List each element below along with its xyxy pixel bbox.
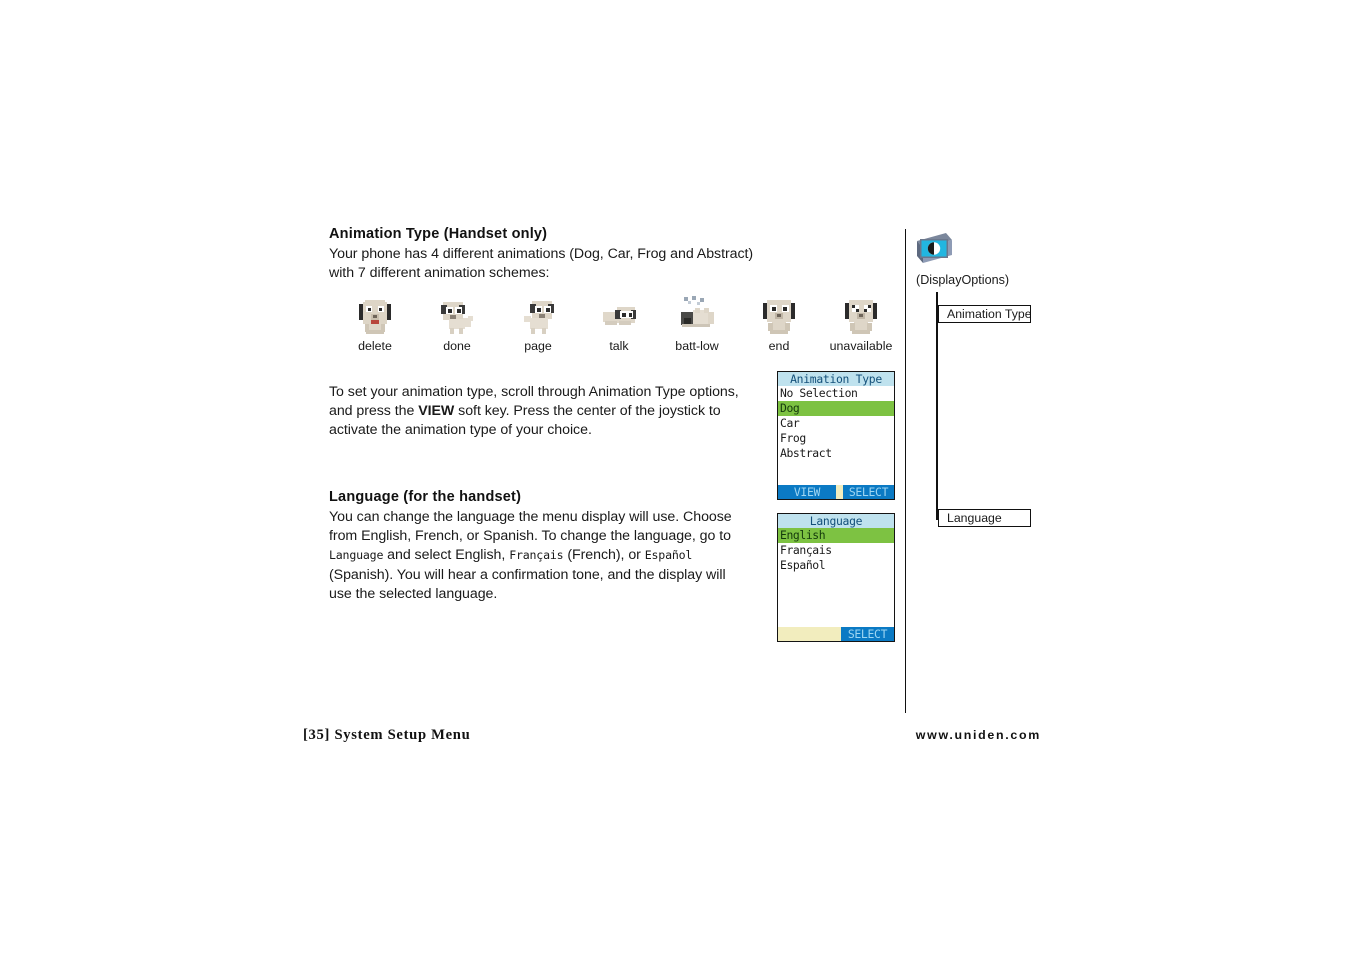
lcd-menu-item[interactable]: Français: [778, 543, 894, 558]
lcd-menu-item[interactable]: Car: [778, 416, 894, 431]
sprite-item: end: [733, 296, 825, 353]
footer-page-label: [35] System Setup Menu: [303, 727, 471, 743]
language-text-part3: (French), or: [563, 547, 645, 564]
lcd-menu-list-animation: No Selection Dog Car Frog Abstract: [778, 386, 894, 485]
sprite-item: done: [411, 296, 503, 353]
softkey-select[interactable]: SELECT: [843, 485, 894, 499]
sprite-item: delete: [329, 296, 421, 353]
lcd-softkey-bar-language: SELECT: [778, 627, 894, 641]
dog-talk-icon: [603, 307, 636, 325]
softkey-view[interactable]: VIEW: [778, 485, 836, 499]
animation-instructions-block: To set your animation type, scroll throu…: [329, 383, 749, 441]
softkey-gap: [778, 627, 841, 641]
lcd-menu-item[interactable]: No Selection: [778, 386, 894, 401]
lcd-softkey-bar-animation: VIEW SELECT: [778, 485, 894, 499]
sprite-label: end: [768, 339, 790, 353]
dog-delete-icon: [359, 300, 391, 334]
sprite-label: delete: [358, 339, 392, 353]
display-options-caption: (DisplayOptions): [916, 273, 1010, 287]
lcd-empty-area: [778, 573, 894, 627]
footer-website: www.uniden.com: [915, 728, 1041, 742]
language-section-heading: Language (for the handset): [329, 489, 522, 505]
lcd-empty-area: [778, 461, 894, 485]
sprite-item: batt-low: [651, 296, 743, 353]
language-paragraph: You can change the language the menu dis…: [329, 508, 749, 604]
lcd-title-language: Language: [778, 514, 894, 528]
lcd-menu-item[interactable]: Español: [778, 558, 894, 573]
lcd-menu-item[interactable]: Frog: [778, 431, 894, 446]
sprite-item: page: [492, 296, 584, 353]
dog-end-icon: [763, 300, 795, 334]
sprite-item: unavailable: [815, 296, 907, 353]
lcd-menu-list-language: English Français Español: [778, 528, 894, 627]
lcd-term-language: Language: [329, 548, 384, 563]
animation-intro-paragraph: Your phone has 4 different animations (D…: [329, 246, 754, 282]
column-divider: [905, 229, 907, 713]
animation-instructions-paragraph: To set your animation type, scroll throu…: [329, 383, 749, 441]
language-text-part4: (Spanish). You will hear a confirmation …: [329, 566, 726, 602]
lcd-screen-language[interactable]: Language English Français Español SELECT: [777, 513, 895, 642]
language-text-part2: and select English,: [383, 547, 510, 564]
sprite-label: page: [524, 339, 552, 353]
lcd-term-espanol: Español: [644, 548, 693, 563]
lcd-menu-item-selected[interactable]: English: [778, 528, 894, 543]
tree-stem-line: [936, 292, 938, 519]
tree-item-language[interactable]: Language: [938, 509, 1031, 527]
view-softkey-emphasis: VIEW: [418, 403, 455, 420]
dog-page-icon: [524, 301, 554, 334]
manual-page: Animation Type (Handset only) Your phone…: [0, 0, 1351, 954]
language-text-part1: You can change the language the menu dis…: [329, 509, 732, 545]
lcd-screen-animation-type[interactable]: Animation Type No Selection Dog Car Frog…: [777, 371, 895, 500]
dog-done-icon: [441, 302, 473, 334]
animation-section-heading: Animation Type (Handset only): [329, 226, 548, 242]
display-options-icon: [917, 233, 952, 263]
lcd-term-francais: Français: [509, 548, 564, 563]
animation-sprite-strip: delete done page talk batt-low end unava…: [329, 296, 909, 354]
lcd-menu-item-selected[interactable]: Dog: [778, 401, 894, 416]
lcd-menu-item[interactable]: Abstract: [778, 446, 894, 461]
dog-batt-low-icon: [681, 296, 714, 327]
sprite-label: done: [443, 339, 471, 353]
softkey-gap: [836, 485, 843, 499]
tree-item-animation-type[interactable]: Animation Type: [938, 305, 1031, 323]
sprite-label: unavailable: [829, 339, 893, 353]
content-column: Animation Type (Handset only) Your phone…: [329, 226, 759, 283]
softkey-select[interactable]: SELECT: [841, 627, 894, 641]
dog-unavailable-icon: [845, 300, 877, 334]
language-section-block: Language (for the handset) You can chang…: [329, 489, 749, 604]
lcd-title-animation-type: Animation Type: [778, 372, 894, 386]
sprite-label: batt-low: [675, 339, 719, 353]
